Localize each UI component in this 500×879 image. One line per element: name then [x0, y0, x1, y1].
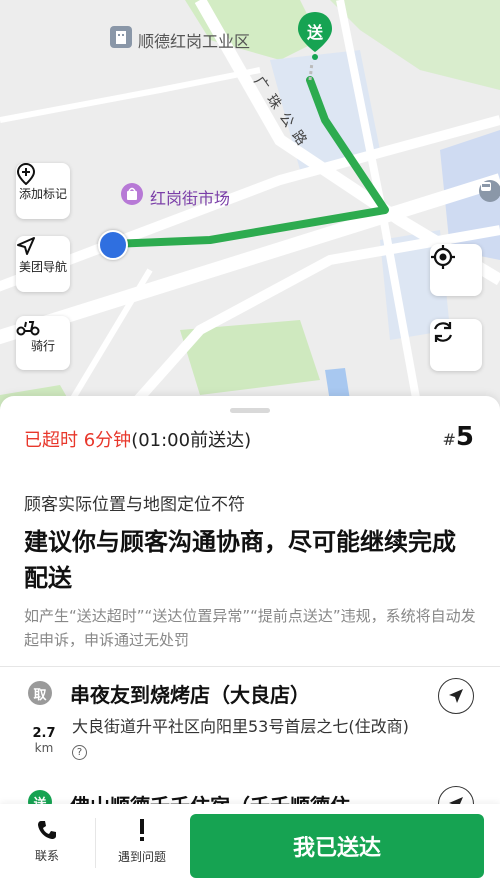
bar-separator [95, 818, 96, 868]
phone-icon [38, 821, 56, 839]
shop-address: 大良街道升平社区向阳里53号首层之七(住改商) ? [72, 717, 409, 760]
warning-title: 建议你与顾客沟通协商，尽可能继续完成配送 [24, 528, 456, 592]
navigation-arrow-icon [17, 237, 35, 255]
ride-mode-button[interactable]: 骑行 [16, 316, 70, 370]
scooter-icon [16, 321, 40, 336]
exclamation-icon [140, 819, 144, 841]
location-plus-icon [16, 163, 36, 185]
building-icon [110, 26, 132, 48]
poi-industrial-label: 顺德红岗工业区 [138, 32, 251, 51]
drag-handle[interactable] [230, 408, 270, 413]
pickup-navigate-button[interactable] [438, 678, 474, 714]
pickup-badge: 取 [28, 681, 52, 705]
shopping-bag-icon [121, 183, 143, 205]
poi-market-label: 红岗街市场 [150, 189, 231, 208]
destination-pin[interactable]: 送 [296, 10, 334, 60]
divider [0, 666, 500, 667]
refresh-icon [433, 322, 453, 342]
locate-me-button[interactable] [430, 244, 482, 296]
distance: 2.7 km [32, 726, 56, 755]
map-canvas [0, 0, 500, 420]
refresh-button[interactable] [430, 319, 482, 371]
order-number: #5 [442, 422, 475, 452]
map-view[interactable]: 顺德红岗工业区 红岗街市场 广珠公路 送 添加标记 美团导航 骑行 [0, 0, 500, 420]
warning-note: 如产生“送达超时”“送达位置异常”“提前点送达”违规，系统将自动发起申诉，申诉通… [24, 607, 476, 649]
overtime-red-text: 已超时 6分钟 [24, 430, 132, 451]
bus-stop-icon [479, 180, 500, 202]
contact-button[interactable]: 联系 [10, 804, 84, 879]
destination-pin-label: 送 [306, 23, 323, 42]
overtime-status: 已超时 6分钟(01:00前送达) [24, 426, 251, 452]
confirm-delivered-button[interactable]: 我已送达 [190, 814, 484, 878]
shop-name[interactable]: 串夜友到烧烤店（大良店） [70, 679, 310, 708]
crosshair-icon [431, 245, 455, 269]
meituan-nav-button[interactable]: 美团导航 [16, 236, 70, 292]
rider-location-icon [98, 230, 128, 260]
deadline-text: (01:00前送达) [131, 430, 252, 451]
add-marker-button[interactable]: 添加标记 [16, 163, 70, 219]
navigation-arrow-icon [449, 689, 463, 703]
help-question-icon[interactable]: ? [72, 745, 87, 760]
report-problem-button[interactable]: 遇到问题 [100, 804, 184, 879]
location-mismatch-subtitle: 顾客实际位置与地图定位不符 [24, 495, 245, 515]
bottom-action-bar: 联系 遇到问题 我已送达 [0, 804, 500, 879]
